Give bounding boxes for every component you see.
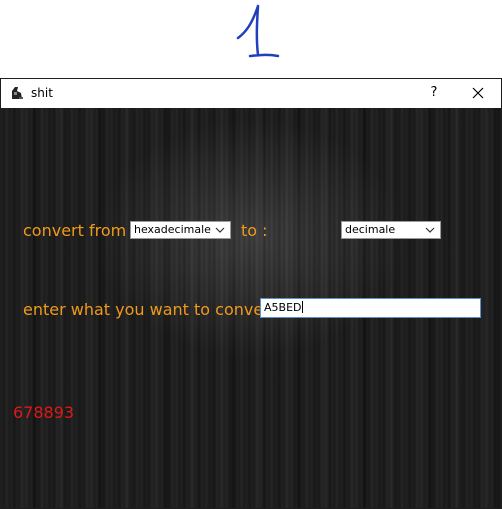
from-base-value: hexadecimale: [134, 223, 211, 236]
converter-panel: convert from : hexadecimale to : decimal…: [1, 108, 501, 508]
window-title: shit: [31, 86, 53, 100]
text-caret: [301, 301, 303, 313]
value-input[interactable]: A5BED: [260, 298, 481, 318]
title-bar[interactable]: shit ?: [1, 79, 501, 108]
to-base-value: decimale: [345, 223, 396, 236]
to-base-select[interactable]: decimale: [341, 221, 441, 239]
to-label: to :: [241, 221, 268, 240]
chevron-down-icon: [425, 227, 435, 233]
from-base-select[interactable]: hexadecimale: [130, 221, 231, 239]
chevron-down-icon: [215, 227, 225, 233]
help-button[interactable]: ?: [419, 82, 449, 104]
close-icon[interactable]: [459, 82, 497, 104]
app-icon: [9, 85, 25, 101]
conversion-result: 678893: [13, 403, 75, 422]
value-input-text: A5BED: [264, 301, 302, 314]
handwritten-number-one-icon: [236, 4, 280, 58]
enter-value-label: enter what you want to convert:: [23, 300, 282, 319]
converter-window: shit ? convert from : hexadecimale to : …: [0, 78, 502, 509]
convert-from-label: convert from :: [23, 221, 137, 240]
